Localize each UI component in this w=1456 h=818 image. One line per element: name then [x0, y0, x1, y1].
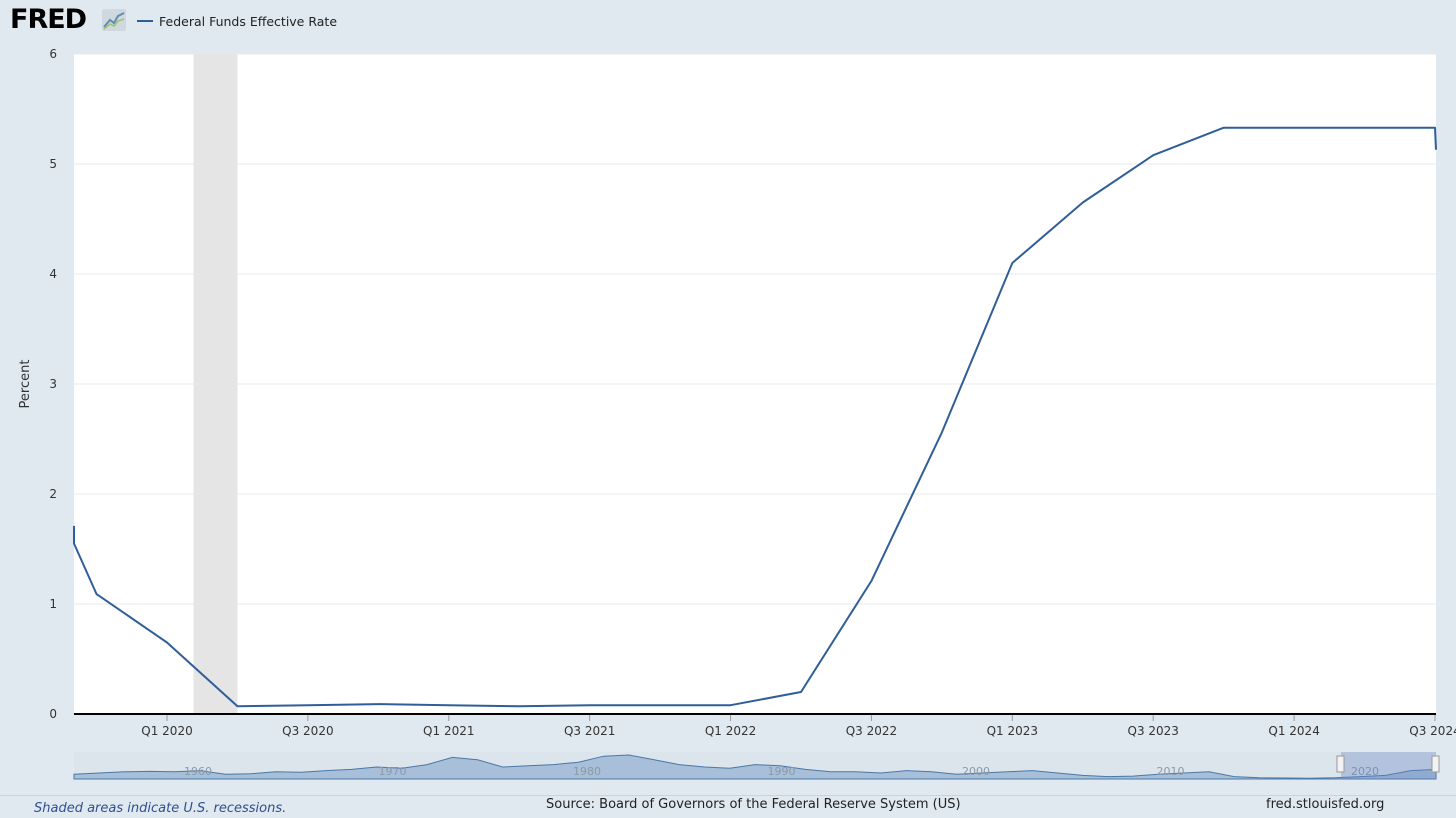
footer-divider	[0, 795, 1456, 796]
navigator-year-label: 1980	[573, 765, 601, 778]
y-tick-label: 5	[49, 157, 57, 171]
navigator-year-label: 1990	[768, 765, 796, 778]
x-tick-label: Q3 2024	[1409, 724, 1456, 738]
y-tick-label: 3	[49, 377, 57, 391]
x-tick-label: Q3 2022	[846, 724, 897, 738]
navigator-handle-left[interactable]	[1336, 755, 1345, 773]
x-tick-label: Q3 2020	[282, 724, 333, 738]
navigator-selection[interactable]	[1341, 752, 1436, 779]
navigator-year-label: 1970	[379, 765, 407, 778]
line-chart[interactable]: 0 1 2 3 4 5 6 Percent Q1 2020 Q3 2020 Q1 2021 Q3 20…	[0, 0, 1456, 795]
y-tick-label: 1	[49, 597, 57, 611]
x-tick-label: Q3 2021	[564, 724, 615, 738]
navigator-year-label: 2000	[962, 765, 990, 778]
y-tick-label: 0	[49, 707, 57, 721]
y-tick-label: 4	[49, 267, 57, 281]
x-tick-label: Q3 2023	[1128, 724, 1179, 738]
x-tick-label: Q1 2021	[423, 724, 474, 738]
x-tick-label: Q1 2023	[987, 724, 1038, 738]
site-link[interactable]: fred.stlouisfed.org	[1266, 797, 1384, 812]
y-tick-label: 2	[49, 487, 57, 501]
y-tick-label: 6	[49, 47, 57, 61]
x-tick-label: Q1 2020	[141, 724, 192, 738]
navigator-year-label: 2010	[1157, 765, 1185, 778]
x-tick-label: Q1 2022	[705, 724, 756, 738]
x-tick-label: Q1 2024	[1268, 724, 1319, 738]
source-note: Source: Board of Governors of the Federa…	[546, 797, 961, 812]
navigator-handle-right[interactable]	[1431, 755, 1440, 773]
navigator-year-label: 1960	[184, 765, 212, 778]
y-axis-label: Percent	[18, 360, 33, 409]
recession-note: Shaded areas indicate U.S. recessions.	[34, 801, 287, 816]
